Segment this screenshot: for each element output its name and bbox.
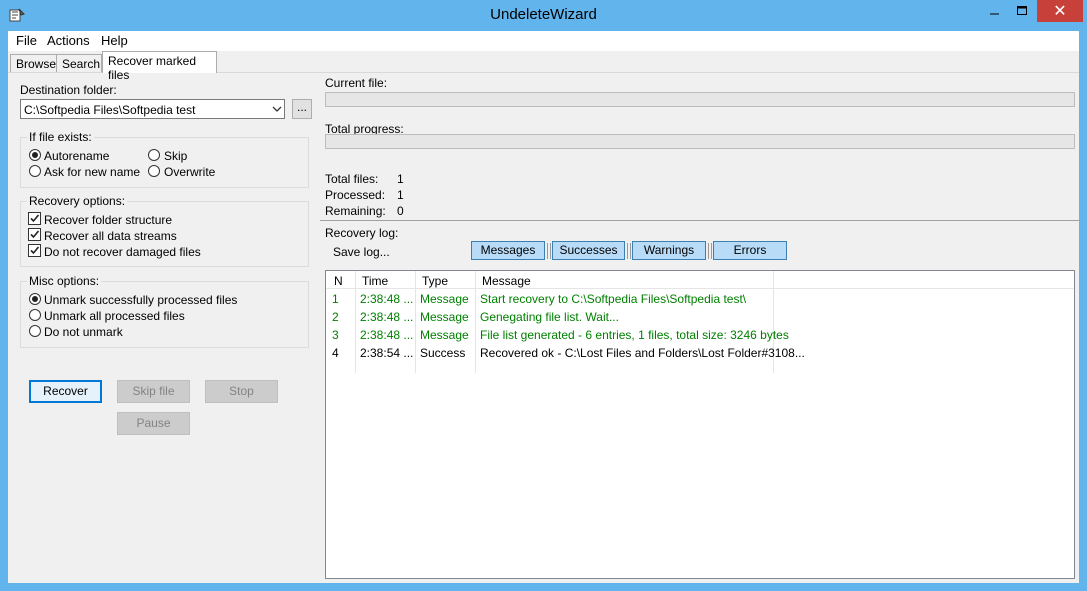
maximize-icon[interactable]: [1006, 0, 1038, 22]
cell-n: 3: [332, 328, 339, 342]
table-row[interactable]: 1 2:38:48 ... Message Start recovery to …: [326, 290, 773, 308]
table-row[interactable]: 3 2:38:48 ... Message File list generate…: [326, 326, 789, 344]
cell-type: Message: [420, 310, 469, 324]
autorename-label: Autorename: [44, 149, 110, 163]
do-not-unmark-label: Do not unmark: [44, 325, 123, 339]
cell-type: Success: [420, 346, 466, 360]
menu-actions[interactable]: Actions: [47, 33, 90, 48]
total-files-value: 1: [397, 172, 404, 186]
pause-button[interactable]: Pause: [117, 412, 190, 435]
cell-n: 1: [332, 292, 339, 306]
tab-recover-marked-files[interactable]: Recover marked files: [102, 51, 217, 82]
chevron-down-icon: [272, 106, 282, 112]
misc-options-title: Misc options:: [27, 274, 102, 288]
menu-help[interactable]: Help: [101, 33, 128, 48]
cell-message: Recovered ok - C:\Lost Files and Folders…: [480, 346, 805, 360]
total-progress-bar: [325, 134, 1075, 149]
cell-message: File list generated - 6 entries, 1 files…: [480, 328, 789, 342]
processed-label: Processed:: [325, 188, 386, 202]
stop-button[interactable]: Stop: [205, 380, 278, 403]
remaining-label: Remaining:: [325, 204, 386, 218]
unmark-successfully-label: Unmark successfully processed files: [44, 293, 238, 307]
cell-time: 2:38:48 ...: [360, 328, 414, 342]
radio-do-not-unmark[interactable]: [29, 325, 41, 337]
processed-value: 1: [397, 188, 404, 202]
divider: [320, 220, 1079, 221]
column-time[interactable]: Time: [362, 274, 388, 288]
radio-unmark-successfully[interactable]: [29, 293, 41, 305]
overwrite-label: Overwrite: [164, 165, 216, 179]
title-bar[interactable]: UndeleteWizard ✕: [0, 0, 1087, 31]
radio-skip[interactable]: [148, 149, 160, 161]
total-files-label: Total files:: [325, 172, 379, 186]
recovery-log-label: Recovery log:: [325, 226, 399, 240]
cell-message: Start recovery to C:\Softpedia Files\Sof…: [480, 292, 747, 306]
filter-warnings[interactable]: Warnings: [632, 241, 706, 260]
column-n[interactable]: N: [334, 274, 343, 288]
filter-successes[interactable]: Successes: [552, 241, 625, 260]
radio-unmark-all[interactable]: [29, 309, 41, 321]
cell-time: 2:38:48 ...: [360, 292, 414, 306]
skip-label: Skip: [164, 149, 188, 163]
toolbar-grip: [708, 243, 712, 259]
current-file-label: Current file:: [325, 76, 388, 90]
cell-time: 2:38:48 ...: [360, 310, 414, 324]
checkbox-recover-folder-structure[interactable]: [28, 212, 41, 225]
cell-type: Message: [420, 328, 469, 342]
recovery-options-title: Recovery options:: [27, 194, 128, 208]
recover-button[interactable]: Recover: [29, 380, 102, 403]
radio-ask-for-new-name[interactable]: [29, 165, 41, 177]
close-icon[interactable]: ✕: [1037, 0, 1083, 22]
recover-all-data-streams-label: Recover all data streams: [44, 229, 177, 243]
column-message[interactable]: Message: [482, 274, 531, 288]
checkbox-recover-all-data-streams[interactable]: [28, 228, 41, 241]
cell-n: 2: [332, 310, 339, 324]
ask-for-new-name-label: Ask for new name: [44, 165, 141, 179]
checkbox-do-not-recover-damaged[interactable]: [28, 244, 41, 257]
tab-browse[interactable]: Browse: [10, 54, 57, 72]
window-title: UndeleteWizard: [490, 6, 597, 23]
filter-messages[interactable]: Messages: [471, 241, 545, 260]
save-log-button[interactable]: Save log...: [333, 245, 390, 259]
unmark-all-label: Unmark all processed files: [44, 309, 185, 323]
skip-file-button[interactable]: Skip file: [117, 380, 190, 403]
recovery-log-list[interactable]: N Time Type Message 1 2:38:48 ... Messag…: [325, 270, 1075, 579]
current-file-progress: [325, 92, 1075, 107]
tab-strip: Browse Search Recover marked files: [8, 51, 1079, 82]
radio-autorename[interactable]: [29, 149, 41, 161]
remaining-value: 0: [397, 204, 404, 218]
column-type[interactable]: Type: [422, 274, 448, 288]
menu-bar: File Actions Help: [8, 31, 1079, 51]
cell-message: Genegating file list. Wait...: [480, 310, 619, 324]
client-area: File Actions Help Browse Search Recover …: [8, 31, 1079, 583]
recover-folder-structure-label: Recover folder structure: [44, 213, 173, 227]
filter-errors[interactable]: Errors: [713, 241, 787, 260]
browse-folder-button[interactable]: ...: [292, 99, 312, 119]
app-window: UndeleteWizard ✕ File Actions Help Brows…: [0, 0, 1087, 591]
menu-file[interactable]: File: [16, 33, 37, 48]
destination-folder-value: C:\Softpedia Files\Softpedia test: [24, 103, 196, 117]
cell-time: 2:38:54 ...: [360, 346, 414, 360]
toolbar-grip: [627, 243, 631, 259]
table-row[interactable]: 4 2:38:54 ... Success Recovered ok - C:\…: [326, 344, 805, 362]
if-file-exists-title: If file exists:: [27, 130, 94, 144]
toolbar-grip: [547, 243, 551, 259]
do-not-recover-damaged-label: Do not recover damaged files: [44, 245, 201, 259]
destination-folder-label: Destination folder:: [20, 83, 117, 97]
cell-n: 4: [332, 346, 339, 360]
destination-folder-combo[interactable]: C:\Softpedia Files\Softpedia test: [20, 99, 285, 119]
radio-overwrite[interactable]: [148, 165, 160, 177]
table-row[interactable]: 2 2:38:48 ... Message Genegating file li…: [326, 308, 773, 326]
log-header: N Time Type Message: [326, 271, 1074, 289]
tab-search[interactable]: Search: [56, 54, 102, 72]
cell-type: Message: [420, 292, 469, 306]
